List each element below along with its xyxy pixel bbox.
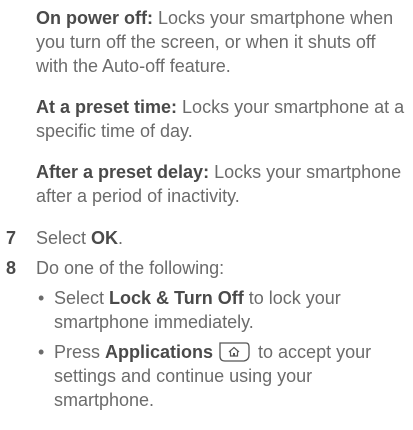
bullet-text: Select Lock & Turn Off to lock your smar… (54, 288, 341, 332)
option-preset-time: At a preset time: Locks your smartphone … (36, 95, 408, 143)
option-term: At a preset time: (36, 97, 178, 117)
bullet-text: Press Applications to accept your settin… (54, 342, 372, 410)
manual-page: On power off: Locks your smartphone when… (0, 0, 413, 430)
option-on-power-off: On power off: Locks your smartphone when… (36, 6, 408, 78)
applications-label: Applications (105, 342, 214, 362)
option-preset-delay: After a preset delay: Locks your smartph… (36, 160, 408, 208)
bullet-dot: • (38, 342, 45, 362)
option-term: After a preset delay: (36, 162, 210, 182)
step-text: Select OK. (36, 228, 124, 248)
ok-label: OK (91, 228, 119, 248)
bullet-dot: • (38, 288, 45, 308)
step-text: Do one of the following: (36, 258, 225, 278)
step-number: 8 (6, 258, 17, 278)
option-term: On power off: (36, 8, 153, 28)
home-key-icon (219, 342, 250, 362)
step-number: 7 (6, 228, 17, 248)
lock-turn-off-label: Lock & Turn Off (109, 288, 244, 308)
